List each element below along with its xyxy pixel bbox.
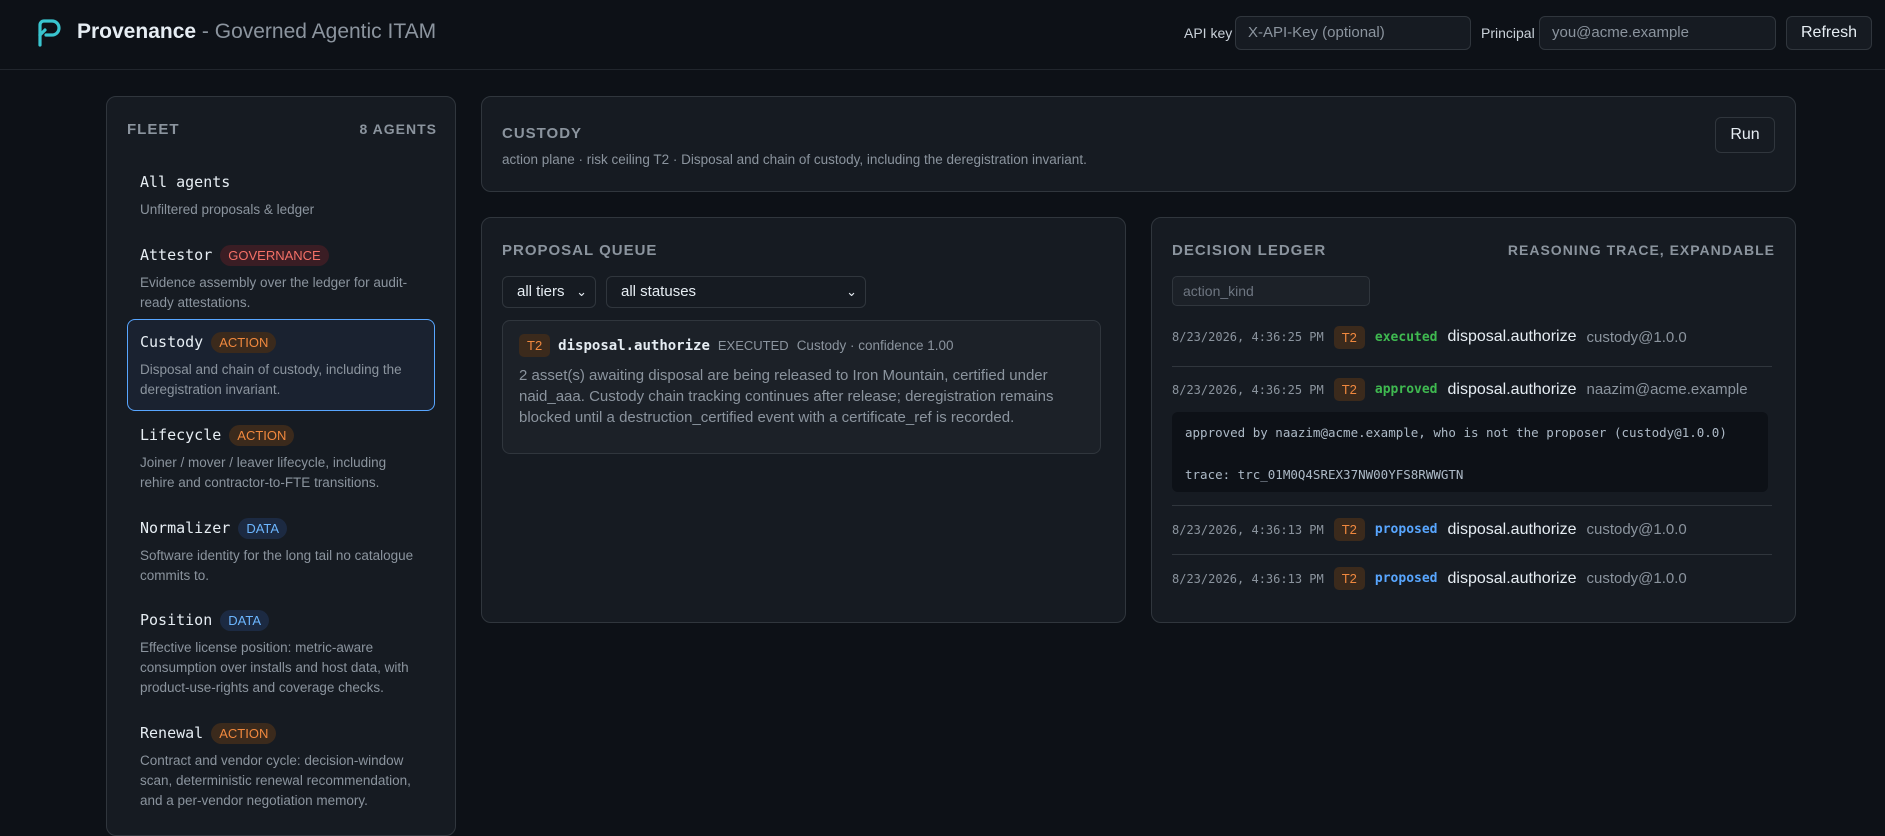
trace-approval-line: approved by naazim@acme.example, who is … [1185, 425, 1727, 440]
brand-title: Provenance - Governed Agentic ITAM [77, 20, 436, 44]
top-bar: Provenance - Governed Agentic ITAM API k… [0, 0, 1885, 70]
reasoning-trace: approved by naazim@acme.example, who is … [1172, 412, 1768, 492]
action-kind-filter-input[interactable]: action_kind [1172, 276, 1370, 306]
agent-name: Renewal [140, 724, 204, 742]
agent-name: Attestor [140, 246, 213, 264]
agent-item-all[interactable]: All agents Unfiltered proposals & ledger [127, 159, 435, 231]
chevron-down-icon: ⌄ [846, 284, 857, 299]
principal-input[interactable]: you@acme.example [1539, 16, 1776, 50]
ledger-actor: custody@1.0.0 [1586, 328, 1687, 346]
agent-name: Lifecycle [140, 426, 222, 444]
ledger-actor: custody@1.0.0 [1586, 570, 1687, 587]
trace-id-line: trace: trc_01M0Q4SREX37NW00YFS8RWWGTN [1185, 467, 1464, 482]
fleet-header: FLEET 8 AGENTS [127, 121, 437, 138]
tier-filter-select[interactable]: all tiers ⌄ [502, 276, 596, 308]
status-filter-value: all statuses [621, 283, 697, 300]
proposal-meta: Custody · confidence 1.00 [796, 338, 954, 353]
agent-item-renewal[interactable]: Renewal ACTION Contract and vendor cycle… [127, 710, 435, 822]
ledger-row[interactable]: 8/23/2026, 4:36:13 PM T2 proposed dispos… [1172, 505, 1772, 547]
api-key-input[interactable]: X-API-Key (optional) [1235, 16, 1471, 50]
plane-badge: ACTION [229, 424, 295, 446]
ledger-timestamp: 8/23/2026, 4:36:13 PM [1172, 571, 1324, 586]
fleet-title: FLEET [127, 121, 180, 138]
plane-badge: DATA [238, 517, 288, 539]
ledger-actor: naazim@acme.example [1586, 381, 1748, 398]
brand-name: Provenance [77, 20, 197, 43]
ledger-subtitle: REASONING TRACE, EXPANDABLE [1507, 242, 1775, 258]
ledger-status: approved [1374, 382, 1438, 397]
agent-item-custody[interactable]: Custody ACTION Disposal and chain of cus… [127, 319, 435, 411]
status-filter-select[interactable]: all statuses ⌄ [606, 276, 866, 308]
ledger-action: disposal.authorize [1447, 328, 1577, 345]
agent-item-position[interactable]: Position DATA Effective license position… [127, 597, 435, 709]
plane-badge: DATA [220, 609, 269, 631]
agent-item-attestor[interactable]: Attestor GOVERNANCE Evidence assembly ov… [127, 232, 435, 324]
tier-badge: T2 [1333, 567, 1365, 590]
ledger-actor: custody@1.0.0 [1586, 521, 1687, 538]
agent-name: Position [140, 611, 213, 629]
ledger-row[interactable]: 8/23/2026, 4:36:25 PM T2 approved dispos… [1172, 366, 1772, 406]
custody-panel: CUSTODY action plane · risk ceiling T2 ·… [481, 96, 1796, 192]
agent-count: 8 AGENTS [359, 121, 437, 137]
custody-subtitle: action plane · risk ceiling T2 · Disposa… [502, 152, 1087, 167]
tier-badge: T2 [1333, 378, 1365, 401]
agent-name: All agents [140, 173, 231, 191]
agent-description: Contract and vendor cycle: decision-wind… [140, 753, 411, 808]
custody-title: CUSTODY [502, 125, 583, 142]
proposal-queue-panel: PROPOSAL QUEUE all tiers ⌄ all statuses … [481, 217, 1126, 623]
proposal-body: 2 asset(s) awaiting disposal are being r… [519, 367, 1054, 426]
plane-badge: GOVERNANCE [220, 244, 329, 266]
agent-name: Normalizer [140, 519, 231, 537]
proposal-action: disposal.authorize [558, 337, 710, 354]
agent-description: Software identity for the long tail no c… [140, 548, 414, 583]
plane-badge: ACTION [211, 722, 277, 744]
agent-name: Custody [140, 333, 204, 351]
ledger-timestamp: 8/23/2026, 4:36:13 PM [1172, 522, 1324, 537]
decision-ledger-panel: DECISION LEDGER REASONING TRACE, EXPANDA… [1151, 217, 1796, 623]
ledger-row[interactable]: 8/23/2026, 4:36:25 PM T2 executed dispos… [1172, 320, 1772, 354]
chevron-down-icon: ⌄ [576, 284, 587, 299]
agent-description: Unfiltered proposals & ledger [140, 202, 315, 217]
proposal-status: EXECUTED [717, 338, 789, 353]
tier-filter-value: all tiers [517, 283, 565, 300]
run-button[interactable]: Run [1715, 117, 1775, 153]
principal-label: Principal [1481, 25, 1535, 41]
provenance-logo-icon [38, 19, 61, 47]
ledger-action: disposal.authorize [1447, 569, 1577, 587]
refresh-button[interactable]: Refresh [1786, 16, 1872, 50]
agent-description: Evidence assembly over the ledger for au… [140, 275, 408, 310]
agent-description: Disposal and chain of custody, including… [140, 362, 402, 397]
ledger-timestamp: 8/23/2026, 4:36:25 PM [1172, 330, 1324, 344]
tier-badge: T2 [519, 334, 551, 357]
tier-badge: T2 [1333, 518, 1365, 541]
agent-item-lifecycle[interactable]: Lifecycle ACTION Joiner / mover / leaver… [127, 412, 435, 504]
brand-subtitle: - Governed Agentic ITAM [201, 20, 437, 43]
agent-item-normalizer[interactable]: Normalizer DATA Software identity for th… [127, 505, 435, 597]
tier-badge: T2 [1333, 325, 1365, 349]
ledger-action: disposal.authorize [1447, 380, 1577, 398]
ledger-row[interactable]: 8/23/2026, 4:36:13 PM T2 proposed dispos… [1172, 554, 1772, 596]
ledger-timestamp: 8/23/2026, 4:36:25 PM [1172, 382, 1324, 397]
agent-description: Joiner / mover / leaver lifecycle, inclu… [140, 455, 387, 490]
api-key-label: API key [1184, 25, 1233, 41]
ledger-status: proposed [1374, 571, 1438, 586]
ledger-status: proposed [1374, 522, 1438, 537]
agent-description: Effective license position: metric-aware… [140, 640, 409, 695]
plane-badge: ACTION [211, 331, 277, 353]
ledger-status: executed [1374, 329, 1438, 345]
ledger-action: disposal.authorize [1447, 520, 1577, 538]
fleet-panel: FLEET 8 AGENTS All agents Unfiltered pro… [106, 96, 456, 836]
ledger-title: DECISION LEDGER [1172, 242, 1327, 259]
proposal-header: T2 disposal.authorize EXECUTED Custody ·… [519, 334, 954, 357]
queue-title: PROPOSAL QUEUE [502, 242, 658, 259]
proposal-card[interactable]: T2 disposal.authorize EXECUTED Custody ·… [502, 320, 1101, 454]
